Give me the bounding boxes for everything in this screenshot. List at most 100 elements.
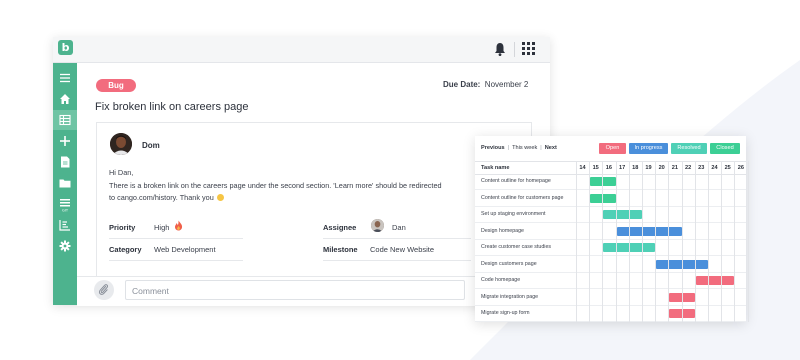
smile-emoji-icon <box>216 194 224 201</box>
day-header: 18 <box>632 165 639 171</box>
grid-line <box>734 161 735 322</box>
gantt-row: Create customer case studies <box>475 239 746 256</box>
app-logo[interactable]: b <box>58 40 73 55</box>
home-icon[interactable] <box>53 89 77 109</box>
divider <box>109 260 243 261</box>
task-name: Content outline for homepage <box>481 178 551 184</box>
message-line: There is a broken link on the careers pa… <box>109 180 442 190</box>
task-name: Create customer case studies <box>481 244 552 250</box>
git-icon[interactable]: GIT <box>53 194 77 214</box>
day-header: 14 <box>579 165 586 171</box>
grid-line <box>589 161 590 322</box>
gantt-row: Migrate sign-up form <box>475 305 746 322</box>
divider <box>323 260 471 261</box>
task-bar[interactable] <box>603 210 642 219</box>
gantt-row: Set up staging environment <box>475 206 746 223</box>
assignee-avatar <box>371 219 384 232</box>
day-header: 26 <box>737 165 744 171</box>
bell-icon[interactable] <box>493 41 507 57</box>
assignee-value: Dan <box>392 223 406 232</box>
task-name: Design customers page <box>481 260 537 267</box>
apps-grid-icon[interactable] <box>522 42 535 55</box>
legend-open: Open <box>599 143 626 154</box>
avatar <box>110 133 132 155</box>
task-name: Migrate sign-up form <box>481 310 530 316</box>
priority-value: High <box>154 223 170 232</box>
day-header: 25 <box>724 165 731 171</box>
due-date: Due Date: November 2 <box>443 80 528 89</box>
day-header: 20 <box>658 165 665 171</box>
grid-line <box>668 161 669 322</box>
task-name: Code homepage <box>481 277 521 283</box>
day-header: 17 <box>618 165 626 171</box>
assignee-label: Assignee <box>323 223 357 232</box>
milestone-value: Code New Website <box>370 245 435 254</box>
next-link[interactable]: Next <box>545 145 557 151</box>
grid-line <box>708 161 709 322</box>
sidebar: GIT <box>53 63 77 305</box>
grid-line <box>576 161 577 322</box>
issue-title: Fix broken link on careers page <box>95 101 249 113</box>
task-bar[interactable] <box>695 276 735 285</box>
gantt-row: Design customers page <box>475 256 746 273</box>
gantt-row: Design homepage <box>475 223 746 240</box>
message-line-end: to cango.com/history. Thank you <box>109 192 519 205</box>
grid-line <box>642 161 643 322</box>
folder-icon[interactable] <box>53 173 77 193</box>
task-name: Migrate integration page <box>481 293 539 300</box>
gear-icon[interactable] <box>53 236 77 256</box>
message-greeting: Hi Dan, <box>109 168 134 177</box>
previous-link[interactable]: Previous <box>481 145 505 151</box>
divider <box>323 238 471 239</box>
top-bar: b <box>53 37 550 63</box>
comment-input[interactable]: Comment <box>125 280 465 300</box>
message-line: to cango.com/history. Thank you <box>109 193 214 202</box>
bug-badge: Bug <box>96 79 136 92</box>
topbar-divider <box>514 42 515 57</box>
milestone-label: Milestone <box>323 245 358 254</box>
day-header: 15 <box>592 165 599 171</box>
author-name: Dom <box>142 141 160 150</box>
paperclip-icon[interactable] <box>94 280 114 300</box>
chart-icon[interactable] <box>53 215 77 235</box>
gantt-row: Content outline for customers page <box>475 190 746 207</box>
day-header: 16 <box>605 165 612 171</box>
gantt-row: Content outline for homepage <box>475 173 746 190</box>
grid-line <box>629 161 630 322</box>
legend-in-progress: In progress <box>629 143 668 154</box>
gantt-row: Code homepage <box>475 272 746 289</box>
table-icon[interactable] <box>53 110 77 130</box>
divider <box>109 238 243 239</box>
svg-text:GIT: GIT <box>62 209 69 213</box>
flame-icon <box>175 220 183 231</box>
menu-icon[interactable] <box>53 68 77 88</box>
task-bar[interactable] <box>616 226 682 236</box>
due-date-value: November 2 <box>484 80 529 89</box>
priority-label: Priority <box>109 223 136 232</box>
legend-resolved: Resolved <box>671 143 707 154</box>
document-icon[interactable] <box>53 152 77 172</box>
this-week-link[interactable]: This week <box>512 145 537 151</box>
plus-icon[interactable] <box>53 131 77 151</box>
issue-message: Hi Dan, There is a broken link on the ca… <box>109 167 519 205</box>
category-value: Web Development <box>154 245 216 254</box>
category-label: Category <box>109 245 142 254</box>
grid-line <box>602 161 603 322</box>
gantt-panel: Previous | This week | Next Open In progress… <box>475 136 749 322</box>
day-header: 21 <box>671 165 678 171</box>
day-header: 19 <box>645 165 652 171</box>
grid-line <box>655 161 656 322</box>
grid-line <box>748 161 749 322</box>
gantt-navigation: Previous | This week | Next <box>481 145 557 151</box>
grid-line <box>682 161 683 322</box>
grid-line <box>695 161 696 322</box>
task-name: Set up staging environment <box>481 211 546 217</box>
grid-line <box>721 161 722 322</box>
due-date-label: Due Date: <box>443 80 481 89</box>
task-name: Design homepage <box>481 227 524 234</box>
day-header: 23 <box>698 165 705 171</box>
task-name-header: Task name <box>481 165 510 171</box>
legend-closed: Closed <box>710 143 740 154</box>
day-header: 22 <box>684 165 692 171</box>
day-header: 24 <box>711 165 718 171</box>
